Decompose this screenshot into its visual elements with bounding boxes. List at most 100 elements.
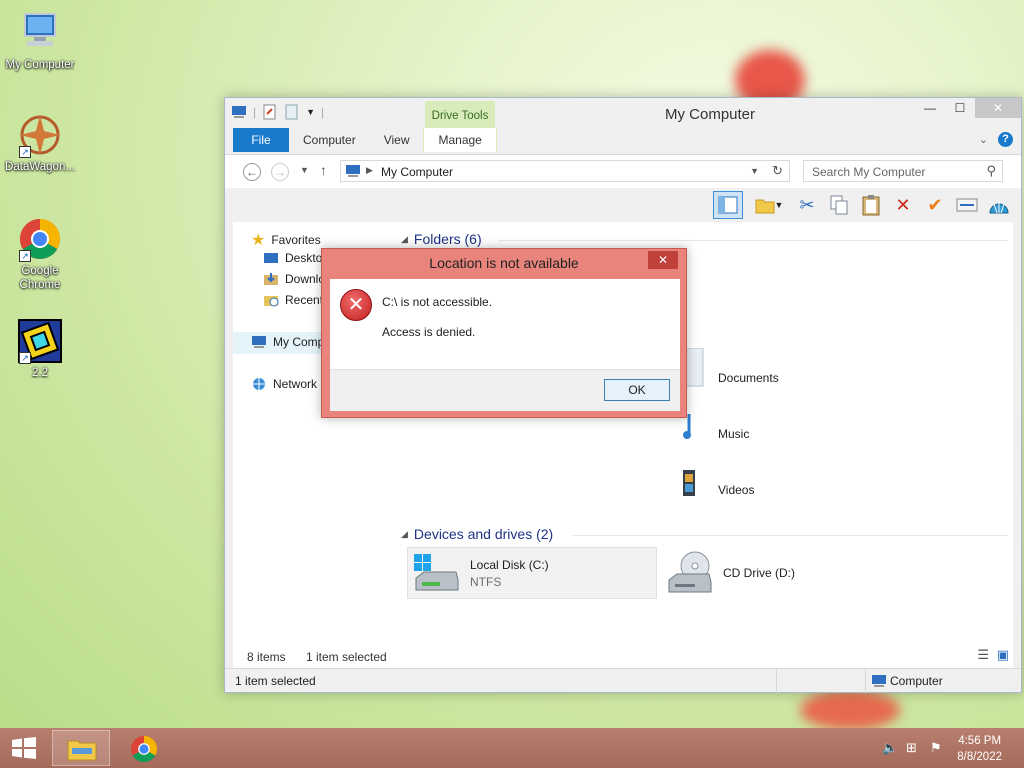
properties-icon[interactable] — [262, 104, 278, 120]
separator: | — [321, 105, 325, 119]
copy-icon[interactable] — [827, 193, 851, 217]
error-icon: ✕ — [340, 289, 372, 321]
address-bar[interactable]: ▶ My Computer ▼ ↻ — [340, 160, 790, 182]
devices-section-header[interactable]: ◢ Devices and drives (2) — [401, 526, 553, 542]
ribbon-tabs: File Computer View Manage — [233, 128, 497, 152]
collapse-arrow-icon: ◢ — [401, 233, 408, 244]
drive-name: CD Drive (D:) — [723, 566, 795, 580]
separator: | — [253, 105, 257, 119]
drive-cd-d[interactable]: CD Drive (D:) — [665, 547, 795, 599]
new-folder-icon[interactable] — [284, 104, 300, 120]
close-button[interactable]: ✕ — [975, 98, 1021, 118]
maximize-button[interactable]: ☐ — [945, 98, 975, 118]
refresh-icon[interactable]: ↻ — [772, 163, 783, 179]
bottom-status-bar: 1 item selected Computer — [225, 668, 1021, 693]
forward-button[interactable]: → — [271, 163, 289, 181]
drive-local-disk-c[interactable]: Local Disk (C:) NTFS — [407, 547, 657, 599]
network-icon — [253, 378, 265, 390]
tab-manage[interactable]: Manage — [423, 128, 497, 152]
collapse-arrow-icon: ◢ — [401, 528, 408, 539]
chrome-icon: ↗ — [17, 216, 63, 262]
taskbar-chrome[interactable] — [114, 730, 172, 766]
taskbar-file-explorer[interactable] — [52, 730, 110, 766]
qat-dropdown-icon[interactable]: ▼ — [306, 107, 315, 117]
minimize-button[interactable]: — — [915, 98, 945, 118]
clock-date: 8/8/2022 — [957, 751, 1002, 763]
nav-item-desktop[interactable]: Desktop — [263, 251, 329, 265]
check-icon[interactable]: ✔ — [923, 193, 947, 217]
command-toolbar: ▼ ✂ ✕ ✔ — [225, 188, 1021, 222]
selection-count: 1 item selected — [306, 650, 387, 664]
ok-button[interactable]: OK — [604, 379, 670, 401]
cd-drive-icon — [668, 551, 712, 593]
nav-item-label: Favorites — [271, 233, 321, 247]
hard-drive-icon — [414, 554, 459, 591]
clock-time: 4:56 PM — [958, 735, 1002, 747]
quick-access-toolbar: | ▼ | — [231, 104, 324, 120]
clock[interactable]: 4:56 PM 8/8/2022 — [957, 733, 1002, 765]
file-explorer-icon — [67, 740, 97, 761]
downloads-icon — [264, 273, 278, 285]
desktop-folder-icon — [264, 253, 278, 263]
item-count: 8 items — [247, 650, 286, 664]
windows-start-icon[interactable] — [10, 737, 38, 759]
search-box[interactable]: Search My Computer ⚲ — [803, 160, 1003, 182]
window-title: My Computer — [665, 106, 756, 123]
desktop-icon-chrome[interactable]: ↗ Google Chrome — [0, 216, 80, 292]
tab-computer[interactable]: Computer — [289, 128, 370, 152]
devices-header-label: Devices and drives (2) — [413, 526, 554, 542]
navigation-bar: ← → ▼ ↑ ▶ My Computer ▼ ↻ Search My Comp… — [225, 154, 1021, 188]
desktop-icon-label: 2.2 — [32, 367, 48, 379]
large-icons-view-icon[interactable]: ▣ — [997, 647, 1009, 663]
shortcut-arrow-icon: ↗ — [19, 250, 31, 262]
folders-section-header[interactable]: ◢ Folders (6) — [401, 231, 482, 247]
dialog-body: ✕ C:\ is not accessible. Access is denie… — [330, 279, 680, 369]
recent-places-icon — [264, 296, 279, 307]
network-shell-icon[interactable] — [987, 193, 1011, 217]
network-tray-icon[interactable]: ⊞ — [906, 740, 922, 756]
computer-small-icon — [252, 336, 266, 348]
desktop-icon-label: My Computer — [5, 59, 75, 71]
section-divider — [573, 535, 1008, 536]
wallpaper-flower-bottom — [800, 690, 900, 730]
back-button[interactable]: ← — [243, 163, 261, 181]
delete-icon[interactable]: ✕ — [891, 193, 915, 217]
computer-small-icon — [872, 675, 886, 687]
volume-muted-icon[interactable]: 🔈 — [882, 740, 898, 756]
cut-icon[interactable]: ✂ — [795, 193, 819, 217]
taskbar: 🔈 ⊞ ⚑ 4:56 PM 8/8/2022 — [0, 728, 1024, 768]
address-dropdown-icon[interactable]: ▼ — [750, 166, 759, 176]
nav-item-label: Network — [273, 377, 318, 391]
search-icon[interactable]: ⚲ — [986, 163, 996, 179]
bottom-location-text: Computer — [890, 674, 943, 688]
action-center-icon[interactable]: ⚑ — [930, 740, 946, 756]
nav-item-favorites[interactable]: ★ Favorites — [251, 230, 321, 250]
help-icon[interactable]: ? — [998, 132, 1013, 147]
preview-pane-icon[interactable] — [713, 191, 743, 219]
desktop-icon-label: DataWagon... — [5, 161, 75, 173]
nav-item-network[interactable]: Network — [251, 377, 317, 391]
dialog-close-button[interactable]: ✕ — [648, 251, 678, 269]
drive-name: Local Disk (C:) — [470, 557, 549, 572]
desktop-icon-datawagon[interactable]: ↗ DataWagon... — [0, 112, 80, 174]
desktop-icon-my-computer[interactable]: My Computer — [0, 10, 80, 72]
tab-file[interactable]: File — [233, 128, 289, 152]
folder-label: Music — [718, 427, 750, 441]
folders-header-label: Folders (6) — [413, 231, 482, 247]
paste-icon[interactable] — [859, 193, 883, 217]
tab-view[interactable]: View — [370, 128, 424, 152]
bottom-selection-text: 1 item selected — [235, 674, 316, 688]
dialog-message: C:\ is not accessible. — [382, 295, 493, 309]
folder-options-icon[interactable]: ▼ — [751, 193, 787, 217]
datawagon-icon: ↗ — [17, 112, 63, 158]
chrome-icon — [130, 735, 158, 763]
status-divider — [776, 669, 777, 693]
dialog-detail: Access is denied. — [382, 325, 476, 339]
expand-ribbon-icon[interactable]: ⌄ — [979, 133, 988, 146]
rename-icon[interactable] — [955, 193, 979, 217]
details-view-icon[interactable]: ☰ — [977, 647, 989, 663]
recent-locations-icon[interactable]: ▼ — [300, 165, 309, 175]
up-arrow-icon[interactable]: ↑ — [320, 162, 327, 178]
desktop-icon-geometry-dash[interactable]: ↗ 2.2 — [0, 318, 80, 380]
ribbon-right-controls: ⌄ ? — [979, 132, 1013, 147]
